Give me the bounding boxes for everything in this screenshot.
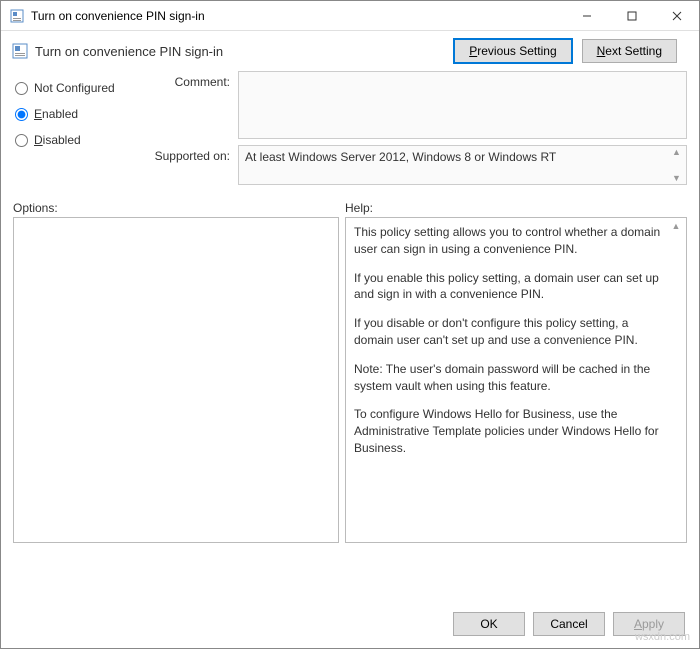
comment-textbox[interactable] [238,71,687,139]
ok-button[interactable]: OK [453,612,525,636]
watermark: wsxdn.com [635,631,690,643]
window-title: Turn on convenience PIN sign-in [31,9,564,23]
cancel-button[interactable]: Cancel [533,612,605,636]
next-setting-button[interactable]: Next Setting [582,39,677,63]
supported-label: Supported on: [143,145,238,163]
titlebar: Turn on convenience PIN sign-in [1,1,699,31]
policy-name: Turn on convenience PIN sign-in [35,44,454,59]
supported-spin-up-icon[interactable]: ▲ [668,147,685,157]
supported-on-textbox: At least Windows Server 2012, Windows 8 … [238,145,687,185]
radio-disabled[interactable]: Disabled [15,127,135,153]
radio-not-configured[interactable]: Not Configured [15,75,135,101]
previous-setting-button[interactable]: Previous Setting [454,39,571,63]
policy-icon [9,8,25,24]
help-scroll-up-icon[interactable]: ▲ [668,220,684,233]
help-paragraph: This policy setting allows you to contro… [354,224,664,258]
help-paragraph: If you enable this policy setting, a dom… [354,270,664,304]
help-pane: ▲ This policy setting allows you to cont… [345,217,687,543]
options-pane [13,217,339,543]
close-button[interactable] [654,1,699,30]
options-label: Options: [13,201,345,215]
maximize-button[interactable] [609,1,654,30]
radio-enabled[interactable]: Enabled [15,101,135,127]
radio-enabled-input[interactable] [15,108,28,121]
comment-label: Comment: [143,71,238,89]
help-paragraph: To configure Windows Hello for Business,… [354,406,664,456]
help-paragraph: Note: The user's domain password will be… [354,361,664,395]
policy-header-icon [11,42,29,60]
supported-spin-down-icon[interactable]: ▼ [668,173,685,183]
radio-not-configured-input[interactable] [15,82,28,95]
minimize-button[interactable] [564,1,609,30]
help-label: Help: [345,201,373,215]
help-paragraph: If you disable or don't configure this p… [354,315,664,349]
radio-disabled-input[interactable] [15,134,28,147]
